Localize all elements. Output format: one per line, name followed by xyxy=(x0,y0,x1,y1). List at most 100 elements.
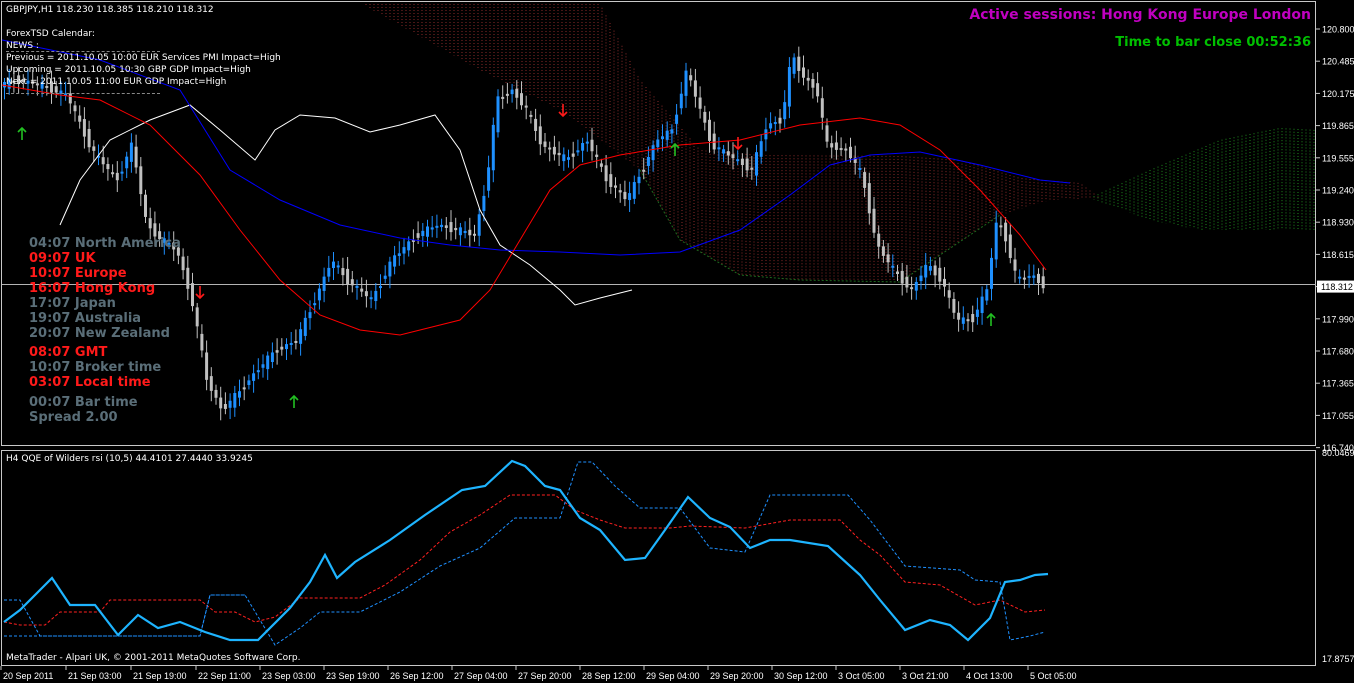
chart-canvas[interactable]: 120.800 120.485 120.175 119.865 119.555 119.2… xyxy=(0,0,1354,683)
candle-body xyxy=(952,298,956,313)
candle-body xyxy=(421,230,425,237)
candle-body xyxy=(78,115,82,122)
session-time-row: 08:07 GMT xyxy=(29,345,108,360)
candle-body xyxy=(360,288,364,292)
current-price-label: 118.312 xyxy=(1321,282,1353,292)
candle-body xyxy=(1022,277,1026,280)
candle-body xyxy=(863,172,867,188)
calendar-previous: Previous = 2011.10.05 10:00 EUR Services… xyxy=(6,53,281,63)
candle-body xyxy=(1004,222,1008,242)
candle-body xyxy=(426,226,429,237)
candle-body xyxy=(769,123,773,129)
price-axis-label: 118.615 xyxy=(1322,250,1354,260)
candle-body xyxy=(623,191,627,200)
candle-body xyxy=(153,223,157,237)
time-axis-label: 4 Oct 13:00 xyxy=(966,671,1013,681)
buy-signal-arrow-icon xyxy=(17,126,27,140)
candle-body xyxy=(928,266,932,271)
candle-body xyxy=(571,153,575,157)
candle-body xyxy=(524,105,528,108)
candle-body xyxy=(679,93,683,109)
candle-body xyxy=(985,289,989,301)
candle-body xyxy=(844,148,848,151)
candle-body xyxy=(745,158,749,171)
time-axis-label: 29 Sep 20:00 xyxy=(710,671,764,681)
candle-body xyxy=(92,146,96,151)
candle-body xyxy=(209,376,213,391)
fast-moving-average xyxy=(1,84,1047,336)
calendar-upcoming: Upcoming = 2011.10.05 10:30 GBP GDP Impa… xyxy=(6,65,251,75)
candle-body xyxy=(628,193,632,201)
candle-body xyxy=(501,96,505,99)
indicator-panel-border xyxy=(1,450,1316,666)
candle-body xyxy=(280,346,284,350)
candle-body xyxy=(914,281,918,291)
candle-body xyxy=(327,267,331,277)
price-axis-label: 119.865 xyxy=(1322,121,1354,131)
time-axis-label: 30 Sep 12:00 xyxy=(774,671,828,681)
candle-body xyxy=(703,111,707,123)
sell-signal-arrow-icon xyxy=(195,286,205,300)
candle-body xyxy=(919,275,923,282)
session-time-row: 04:07 North America xyxy=(29,236,181,251)
candle-body xyxy=(346,268,350,285)
candle-body xyxy=(731,154,735,159)
candle-body xyxy=(599,163,603,167)
candle-body xyxy=(858,167,862,170)
candle-body xyxy=(548,147,552,150)
symbol-header: GBPJPY,H1 118.230 118.385 118.210 118.31… xyxy=(6,5,214,15)
price-axis-label: 120.175 xyxy=(1322,89,1354,99)
candle-body xyxy=(407,241,411,251)
session-time-row: 17:07 Japan xyxy=(29,296,116,311)
candle-body xyxy=(740,158,744,166)
candle-body xyxy=(684,70,688,96)
price-axis-label: 117.365 xyxy=(1322,379,1354,389)
candle-body xyxy=(994,222,998,260)
candle-body xyxy=(473,233,476,236)
sell-signal-arrow-icon xyxy=(733,137,743,151)
candle-body xyxy=(468,229,472,236)
candle-body xyxy=(336,265,340,268)
candle-body xyxy=(205,352,209,380)
candle-body xyxy=(129,142,133,162)
candle-body xyxy=(849,146,852,159)
candle-body xyxy=(186,267,190,289)
candle-body xyxy=(999,225,1003,228)
candle-body xyxy=(642,169,646,172)
indicator-axis-label: 17.8757 xyxy=(1322,654,1354,664)
active-sessions-label: Active sessions: Hong Kong Europe London xyxy=(969,7,1311,23)
candle-body xyxy=(233,393,237,408)
candle-body xyxy=(491,124,495,171)
candle-body xyxy=(120,171,124,174)
time-axis-label: 5 Oct 05:00 xyxy=(1030,671,1077,681)
candle-body xyxy=(350,279,354,286)
candle-body xyxy=(595,154,599,157)
candle-body xyxy=(463,230,467,233)
candle-body xyxy=(562,154,566,162)
candle-body xyxy=(722,149,726,154)
candle-body xyxy=(764,129,768,140)
candle-body xyxy=(458,227,462,236)
candle-body xyxy=(242,387,246,390)
candle-body xyxy=(181,256,185,271)
candle-body xyxy=(238,391,241,398)
candle-body xyxy=(947,290,951,298)
candle-body xyxy=(289,342,293,345)
candle-body xyxy=(552,146,556,155)
buy-signal-arrow-icon xyxy=(289,394,299,408)
price-axis-label: 118.930 xyxy=(1322,218,1354,228)
candle-body xyxy=(379,286,382,289)
candle-body xyxy=(933,265,937,276)
candle-body xyxy=(567,157,570,160)
candle-body xyxy=(144,194,147,217)
candle-body xyxy=(482,195,486,211)
price-axis-label: 119.240 xyxy=(1322,186,1354,196)
candle-body xyxy=(938,267,942,282)
candle-body xyxy=(477,214,481,236)
candle-body xyxy=(585,141,589,144)
candle-body xyxy=(637,176,641,184)
candle-body xyxy=(891,265,895,268)
candle-body xyxy=(1041,276,1045,289)
candle-body xyxy=(755,152,758,176)
candle-body xyxy=(811,79,815,88)
